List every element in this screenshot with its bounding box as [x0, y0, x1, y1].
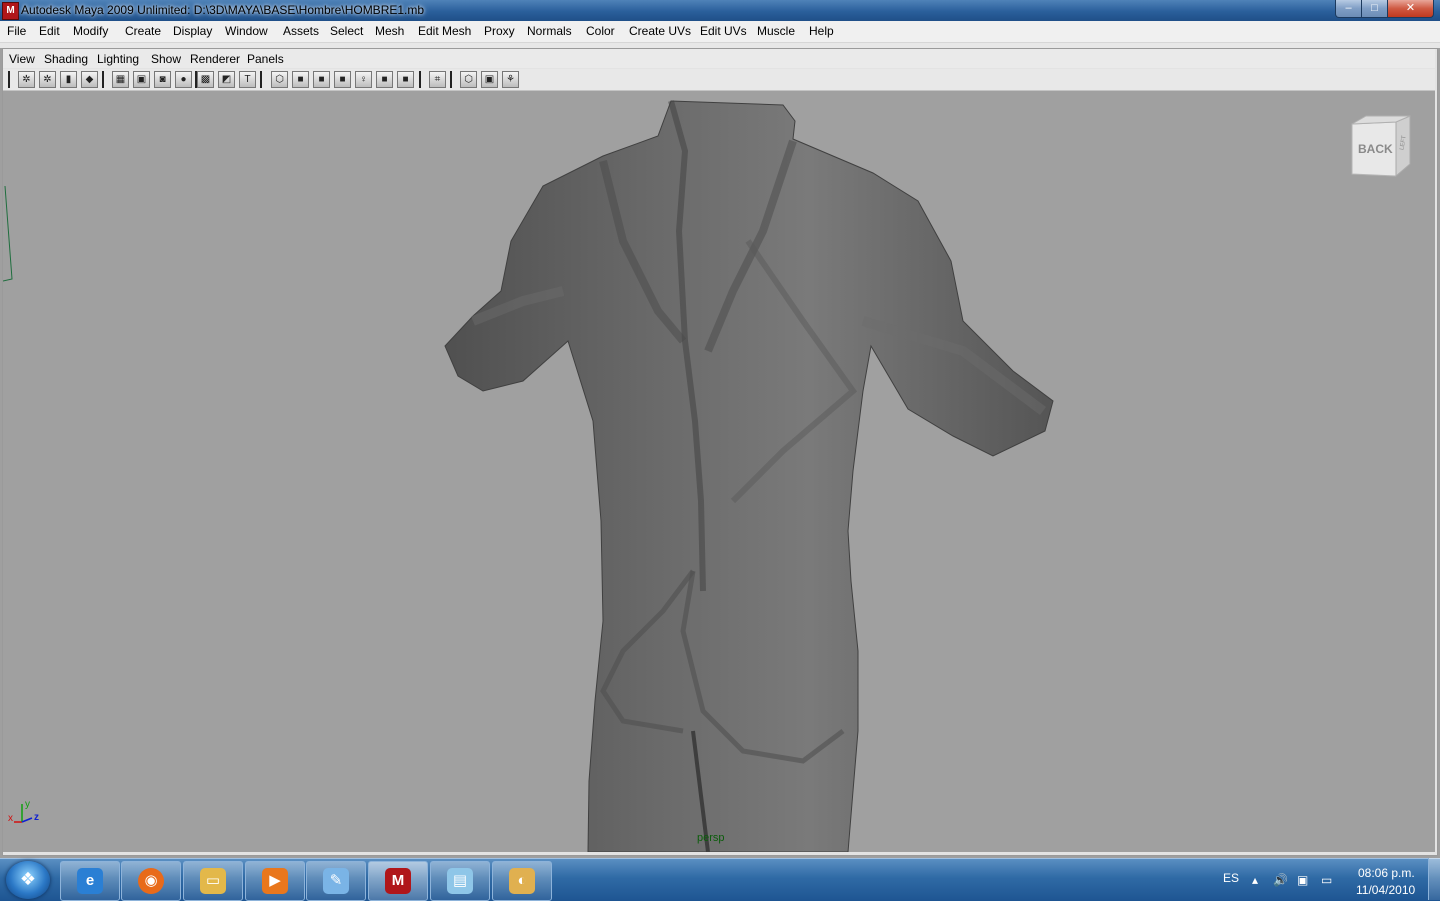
maximize-button[interactable]: □ — [1361, 0, 1388, 18]
taskbar-media-player[interactable]: ▶ — [245, 861, 305, 901]
menu-help[interactable]: Help — [809, 24, 834, 38]
menu-edit[interactable]: Edit — [39, 24, 60, 38]
axis-y-label: y — [25, 799, 30, 810]
film-gate-icon[interactable]: ▣ — [133, 71, 150, 88]
camera-icon[interactable]: ⌗ — [429, 71, 446, 88]
taskbar-paint[interactable]: ◐ — [492, 861, 552, 901]
main-menu-bar: File Edit Modify Create Display Window A… — [0, 21, 1440, 43]
menu-modify[interactable]: Modify — [73, 24, 108, 38]
isolate-icon[interactable]: ■ — [397, 71, 414, 88]
notepad-icon: ▤ — [447, 868, 473, 894]
taskbar-explorer[interactable]: ▭ — [183, 861, 243, 901]
network-error-icon[interactable]: ▣ — [1297, 873, 1308, 887]
camera-label: persp — [697, 832, 725, 844]
windows-start-icon[interactable]: ❖ — [6, 861, 50, 899]
xray-icon[interactable]: ■ — [313, 71, 330, 88]
close-button[interactable]: ✕ — [1387, 0, 1434, 18]
menu-window[interactable]: Window — [225, 24, 268, 38]
taskbar-maya[interactable]: M — [368, 861, 428, 901]
paint-palette-icon: ◐ — [509, 868, 535, 894]
panel-menu-lighting[interactable]: Lighting — [97, 52, 139, 66]
viewcube-back-label: BACK — [1358, 142, 1393, 156]
image-plane-icon[interactable]: ◆ — [81, 71, 98, 88]
panel-menu-view[interactable]: View — [9, 52, 35, 66]
clock-time[interactable]: 08:06 p.m. — [1358, 866, 1415, 880]
menu-create-uvs[interactable]: Create UVs — [629, 24, 691, 38]
manipulator-icon[interactable]: ⚘ — [502, 71, 519, 88]
texture-tile-icon[interactable]: T — [239, 71, 256, 88]
lock-camera-icon[interactable]: ✲ — [39, 71, 56, 88]
panel-menu-shading[interactable]: Shading — [44, 52, 88, 66]
select-camera-icon[interactable]: ✲ — [18, 71, 35, 88]
axis-gizmo: x y z — [8, 799, 39, 824]
volume-icon[interactable]: 🔊 — [1273, 873, 1288, 887]
menu-assets[interactable]: Assets — [283, 24, 319, 38]
menu-edit-mesh[interactable]: Edit Mesh — [418, 24, 471, 38]
title-bar[interactable]: M Autodesk Maya 2009 Unlimited: D:\3D\MA… — [0, 0, 1440, 21]
language-indicator[interactable]: ES — [1223, 871, 1239, 885]
resolution-gate-icon[interactable]: ◙ — [154, 71, 171, 88]
taskbar-notepad[interactable]: ▤ — [430, 861, 490, 901]
menu-color[interactable]: Color — [586, 24, 615, 38]
panel-toolbar: ✲ ✲ ▮ ◆ ▦ ▣ ◙ ● ▩ ◩ T ⬡ ■ ■ ■ ♀ ■ ■ ⌗ ⬡ … — [3, 69, 1435, 91]
smooth-shade-icon[interactable]: ⬡ — [271, 71, 288, 88]
maya-logo-icon[interactable]: M — [2, 2, 19, 20]
toolbar-separator — [419, 71, 421, 88]
panel-menu-renderer[interactable]: Renderer — [190, 52, 240, 66]
menu-edit-uvs[interactable]: Edit UVs — [700, 24, 747, 38]
panel-menu-show[interactable]: Show — [151, 52, 181, 66]
torso-model[interactable] — [3, 91, 1435, 852]
panel-menu-bar: View Shading Lighting Show Renderer Pane… — [3, 49, 1435, 68]
3d-viewport[interactable] — [3, 91, 1435, 852]
toolbar-separator — [260, 71, 262, 88]
toolbar-separator — [102, 71, 104, 88]
action-center-icon[interactable]: ▭ — [1321, 873, 1332, 887]
menu-display[interactable]: Display — [173, 24, 212, 38]
show-desktop-button[interactable] — [1428, 858, 1440, 900]
menu-muscle[interactable]: Muscle — [757, 24, 795, 38]
hud-icon[interactable]: ⬡ — [460, 71, 477, 88]
maya-app-icon: M — [385, 868, 411, 894]
menu-create[interactable]: Create — [125, 24, 161, 38]
show-hidden-icons-icon[interactable]: ▴ — [1252, 873, 1258, 887]
grid-line — [3, 185, 13, 282]
render-icon[interactable]: ■ — [376, 71, 393, 88]
textured-icon[interactable]: ◩ — [218, 71, 235, 88]
media-player-icon: ▶ — [262, 868, 288, 894]
bookmark-icon[interactable]: ▮ — [60, 71, 77, 88]
internet-explorer-icon: e — [77, 868, 103, 894]
folder-icon: ▭ — [200, 868, 226, 894]
taskbar-paint-tool[interactable]: ✎ — [306, 861, 366, 901]
taskbar-internet-explorer[interactable]: e — [60, 861, 120, 901]
menu-mesh[interactable]: Mesh — [375, 24, 404, 38]
safe-title-icon[interactable]: ● — [175, 71, 192, 88]
flat-shade-icon[interactable]: ■ — [292, 71, 309, 88]
axis-z-label: z — [34, 812, 39, 823]
clock-date[interactable]: 11/04/2010 — [1356, 883, 1415, 897]
view-cube[interactable]: BACK LEFT — [1344, 114, 1418, 180]
window-title: Autodesk Maya 2009 Unlimited: D:\3D\MAYA… — [21, 3, 425, 17]
grid-icon[interactable]: ▦ — [112, 71, 129, 88]
panel-menu-panels[interactable]: Panels — [247, 52, 284, 66]
axis-x-label: x — [8, 813, 13, 824]
minimize-button[interactable]: – — [1335, 0, 1362, 18]
shadow-icon[interactable]: ♀ — [355, 71, 372, 88]
toolbar-separator — [8, 71, 10, 88]
hud-icon[interactable]: ▣ — [481, 71, 498, 88]
taskbar-firefox[interactable]: ◉ — [121, 861, 181, 901]
toolbar-separator — [450, 71, 452, 88]
firefox-icon: ◉ — [138, 868, 164, 894]
menu-proxy[interactable]: Proxy — [484, 24, 515, 38]
menu-select[interactable]: Select — [330, 24, 363, 38]
menu-normals[interactable]: Normals — [527, 24, 572, 38]
wireframe-icon[interactable]: ▩ — [197, 71, 214, 88]
menu-file[interactable]: File — [7, 24, 26, 38]
torso-mesh[interactable] — [444, 100, 1054, 852]
paint-tool-icon: ✎ — [323, 868, 349, 894]
light-icon[interactable]: ■ — [334, 71, 351, 88]
